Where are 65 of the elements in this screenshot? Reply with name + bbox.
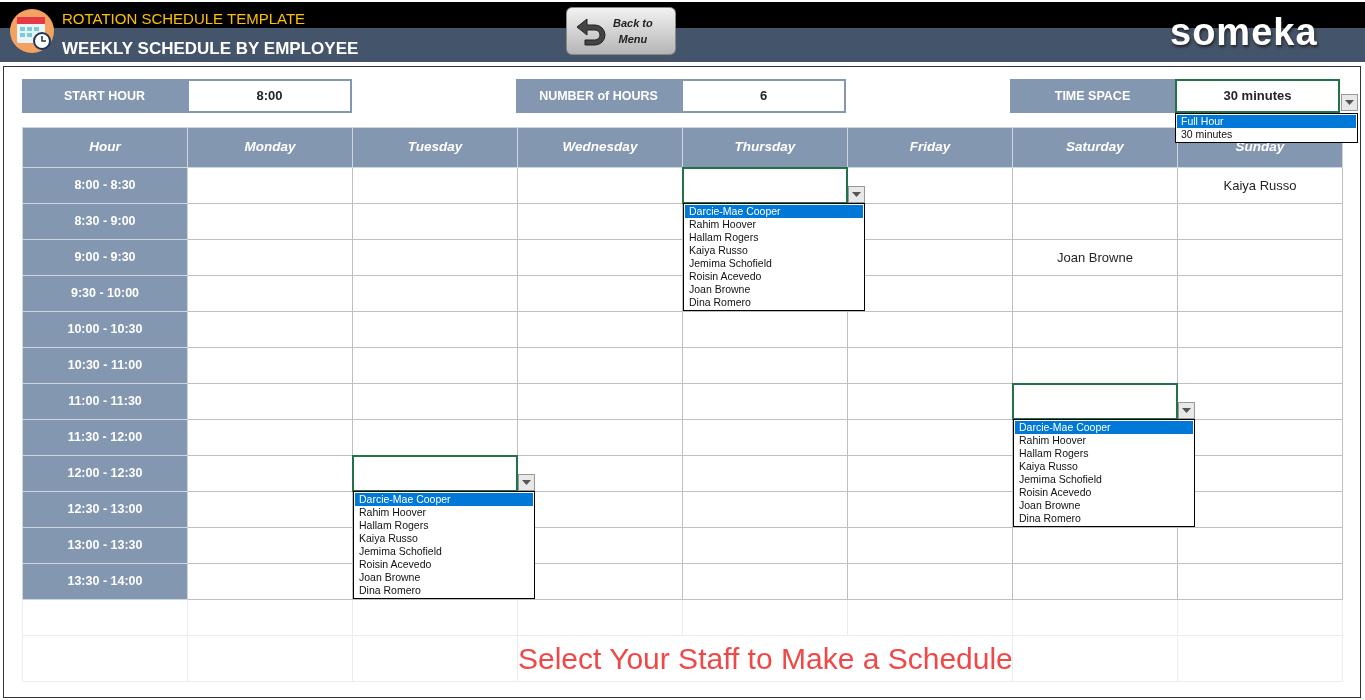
dropdown-option[interactable]: Hallam Rogers	[685, 231, 863, 244]
template-subtitle: ROTATION SCHEDULE TEMPLATE	[62, 9, 306, 29]
dropdown-option[interactable]: Roisin Acevedo	[355, 558, 533, 571]
setting-value-field[interactable]: 30 minutes	[1175, 79, 1340, 113]
page-title: WEEKLY SCHEDULE BY EMPLOYEE	[62, 38, 359, 60]
dropdown-option[interactable]: Joan Browne	[685, 283, 863, 296]
setting-value-field[interactable]: 6	[681, 79, 846, 113]
dropdown-option[interactable]: Kaiya Russo	[685, 244, 863, 257]
dropdown-option[interactable]: Hallam Rogers	[1015, 447, 1193, 460]
hour-cell: 11:00 - 11:30	[22, 383, 188, 420]
column-header: Wednesday	[517, 127, 683, 168]
caret-icon	[522, 480, 531, 485]
hour-cell: 10:30 - 11:00	[22, 347, 188, 384]
caret-icon	[1182, 408, 1191, 413]
dropdown-option[interactable]: Kaiya Russo	[355, 532, 533, 545]
dropdown-arrow-button[interactable]	[1341, 94, 1358, 111]
column-header: Friday	[847, 127, 1013, 168]
hour-cell: 9:30 - 10:00	[22, 275, 188, 312]
dropdown-option[interactable]: Roisin Acevedo	[1015, 486, 1193, 499]
instruction-text: Select Your Staff to Make a Schedule	[518, 642, 1013, 675]
column-header: Saturday	[1012, 127, 1178, 168]
dropdown-option[interactable]: Rahim Hoover	[685, 218, 863, 231]
back-to-menu-button[interactable]: Back to Menu	[566, 7, 676, 55]
dropdown-option[interactable]: Dina Romero	[355, 584, 533, 597]
dropdown-option[interactable]: Darcie-Mae Cooper	[355, 493, 533, 506]
hour-cell: 12:30 - 13:00	[22, 491, 188, 528]
dropdown-option[interactable]: Full Hour	[1177, 115, 1356, 128]
dropdown-option[interactable]: Rahim Hoover	[355, 506, 533, 519]
dropdown-option[interactable]: Jemima Schofield	[355, 545, 533, 558]
setting-label: START HOUR	[22, 79, 187, 113]
dropdown-option[interactable]: Joan Browne	[1015, 499, 1193, 512]
dropdown-option[interactable]: Jemima Schofield	[685, 257, 863, 270]
column-header: Hour	[22, 127, 188, 168]
column-header: Thursday	[682, 127, 848, 168]
column-header: Monday	[187, 127, 353, 168]
hour-cell: 13:00 - 13:30	[22, 527, 188, 564]
caret-icon	[852, 192, 861, 197]
dropdown-option[interactable]: Joan Browne	[355, 571, 533, 584]
hour-cell: 11:30 - 12:00	[22, 419, 188, 456]
hour-cell: 10:00 - 10:30	[22, 311, 188, 348]
hour-cell: 13:30 - 14:00	[22, 563, 188, 600]
table-cell: Kaiya Russo	[1177, 167, 1343, 204]
dropdown-option[interactable]: Roisin Acevedo	[685, 270, 863, 283]
setting-value-field[interactable]: 8:00	[187, 79, 352, 113]
dropdown-arrow-button[interactable]	[1178, 402, 1195, 419]
dropdown-arrow-button[interactable]	[848, 186, 865, 203]
dropdown-option[interactable]: Dina Romero	[1015, 512, 1193, 525]
hour-cell: 9:00 - 9:30	[22, 239, 188, 276]
setting-label: TIME SPACE	[1010, 79, 1175, 113]
dropdown-arrow-button[interactable]	[518, 474, 535, 491]
caret-icon	[1345, 100, 1354, 105]
dropdown-option[interactable]: Jemima Schofield	[1015, 473, 1193, 486]
dropdown-option[interactable]: Kaiya Russo	[1015, 460, 1193, 473]
calendar-clock-icon	[9, 8, 55, 54]
hour-cell: 8:30 - 9:00	[22, 203, 188, 240]
dropdown-option[interactable]: Dina Romero	[685, 296, 863, 309]
column-header: Tuesday	[352, 127, 518, 168]
table-cell: Joan Browne	[1012, 239, 1178, 276]
hour-cell: 8:00 - 8:30	[22, 167, 188, 204]
setting-label: NUMBER of HOURS	[516, 79, 681, 113]
dropdown-option[interactable]: Darcie-Mae Cooper	[685, 205, 863, 218]
dropdown-option[interactable]: Darcie-Mae Cooper	[1015, 421, 1193, 434]
dropdown-option[interactable]: Rahim Hoover	[1015, 434, 1193, 447]
dropdown-option[interactable]: Hallam Rogers	[355, 519, 533, 532]
hour-cell: 12:00 - 12:30	[22, 455, 188, 492]
